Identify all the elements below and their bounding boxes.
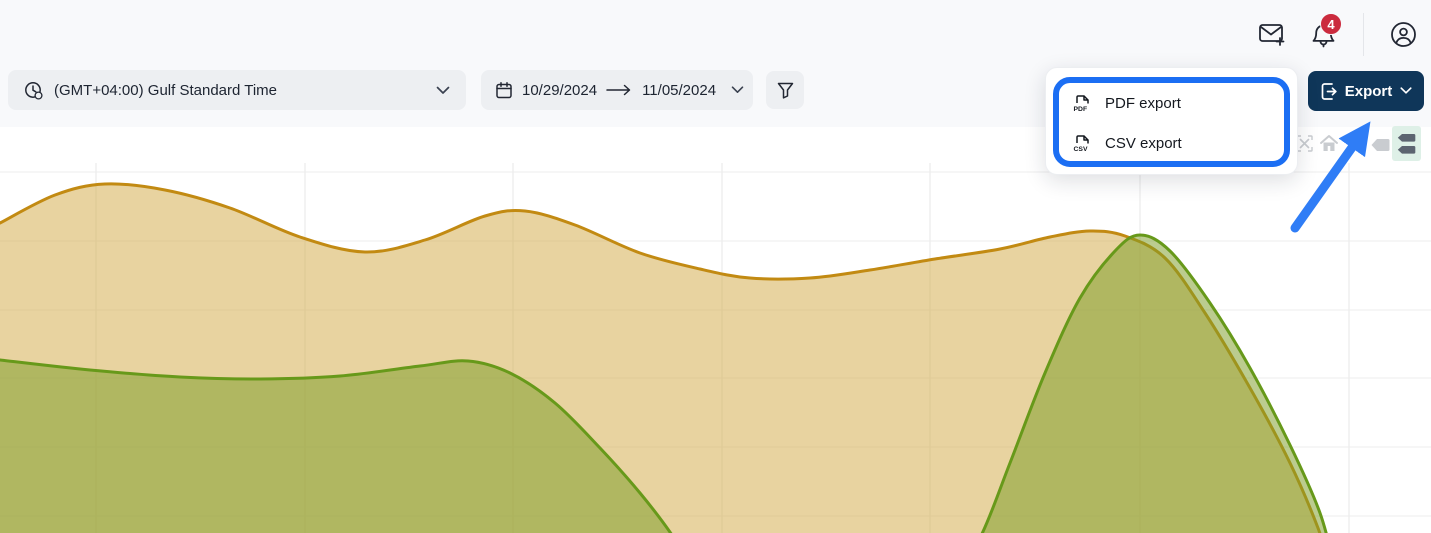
closest-hover-tag-icon[interactable] <box>1371 138 1390 152</box>
svg-text:PDF: PDF <box>1074 106 1088 113</box>
menu-item-label: PDF export <box>1105 95 1181 112</box>
date-end: 11/05/2024 <box>642 82 716 99</box>
svg-text:CSV: CSV <box>1074 146 1088 153</box>
chevron-down-icon <box>1400 87 1412 95</box>
export-label: Export <box>1345 83 1393 100</box>
chevron-down-icon <box>731 86 744 94</box>
filter-funnel-icon <box>777 82 794 99</box>
csv-file-icon: CSV <box>1071 134 1092 153</box>
arrow-right-icon <box>606 84 633 96</box>
menu-item-csv-export[interactable]: CSV CSV export <box>1071 128 1182 158</box>
filter-button[interactable] <box>766 71 804 109</box>
header-divider <box>1363 13 1364 56</box>
pdf-file-icon: PDF <box>1071 94 1092 113</box>
export-button[interactable]: Export <box>1308 71 1424 111</box>
compare-hover-tags-icon[interactable] <box>1392 126 1421 161</box>
timezone-select[interactable]: (GMT+04:00) Gulf Standard Time <box>8 70 466 110</box>
compose-mail-icon[interactable] <box>1258 21 1286 48</box>
reset-axes-home-icon[interactable] <box>1319 134 1339 153</box>
date-range-select[interactable]: 10/29/2024 11/05/2024 <box>481 70 753 110</box>
calendar-icon <box>495 81 513 100</box>
user-profile-icon[interactable] <box>1390 21 1417 48</box>
chevron-down-icon <box>436 86 450 95</box>
menu-item-label: CSV export <box>1105 135 1182 152</box>
dashboard-page: 4 (GMT+04:00) Gulf Standard Time 10/29/2… <box>0 0 1431 533</box>
date-start: 10/29/2024 <box>522 82 597 99</box>
timezone-clock-icon <box>24 81 43 100</box>
notification-badge: 4 <box>1320 13 1342 35</box>
timezone-value: (GMT+04:00) Gulf Standard Time <box>54 82 277 99</box>
area-chart[interactable] <box>0 163 1431 533</box>
menu-item-pdf-export[interactable]: PDF PDF export <box>1071 88 1181 118</box>
export-dropdown-menu: PDF PDF export CSV CSV export <box>1045 67 1298 175</box>
autoscale-icon[interactable] <box>1296 135 1313 152</box>
export-file-icon <box>1320 82 1337 101</box>
